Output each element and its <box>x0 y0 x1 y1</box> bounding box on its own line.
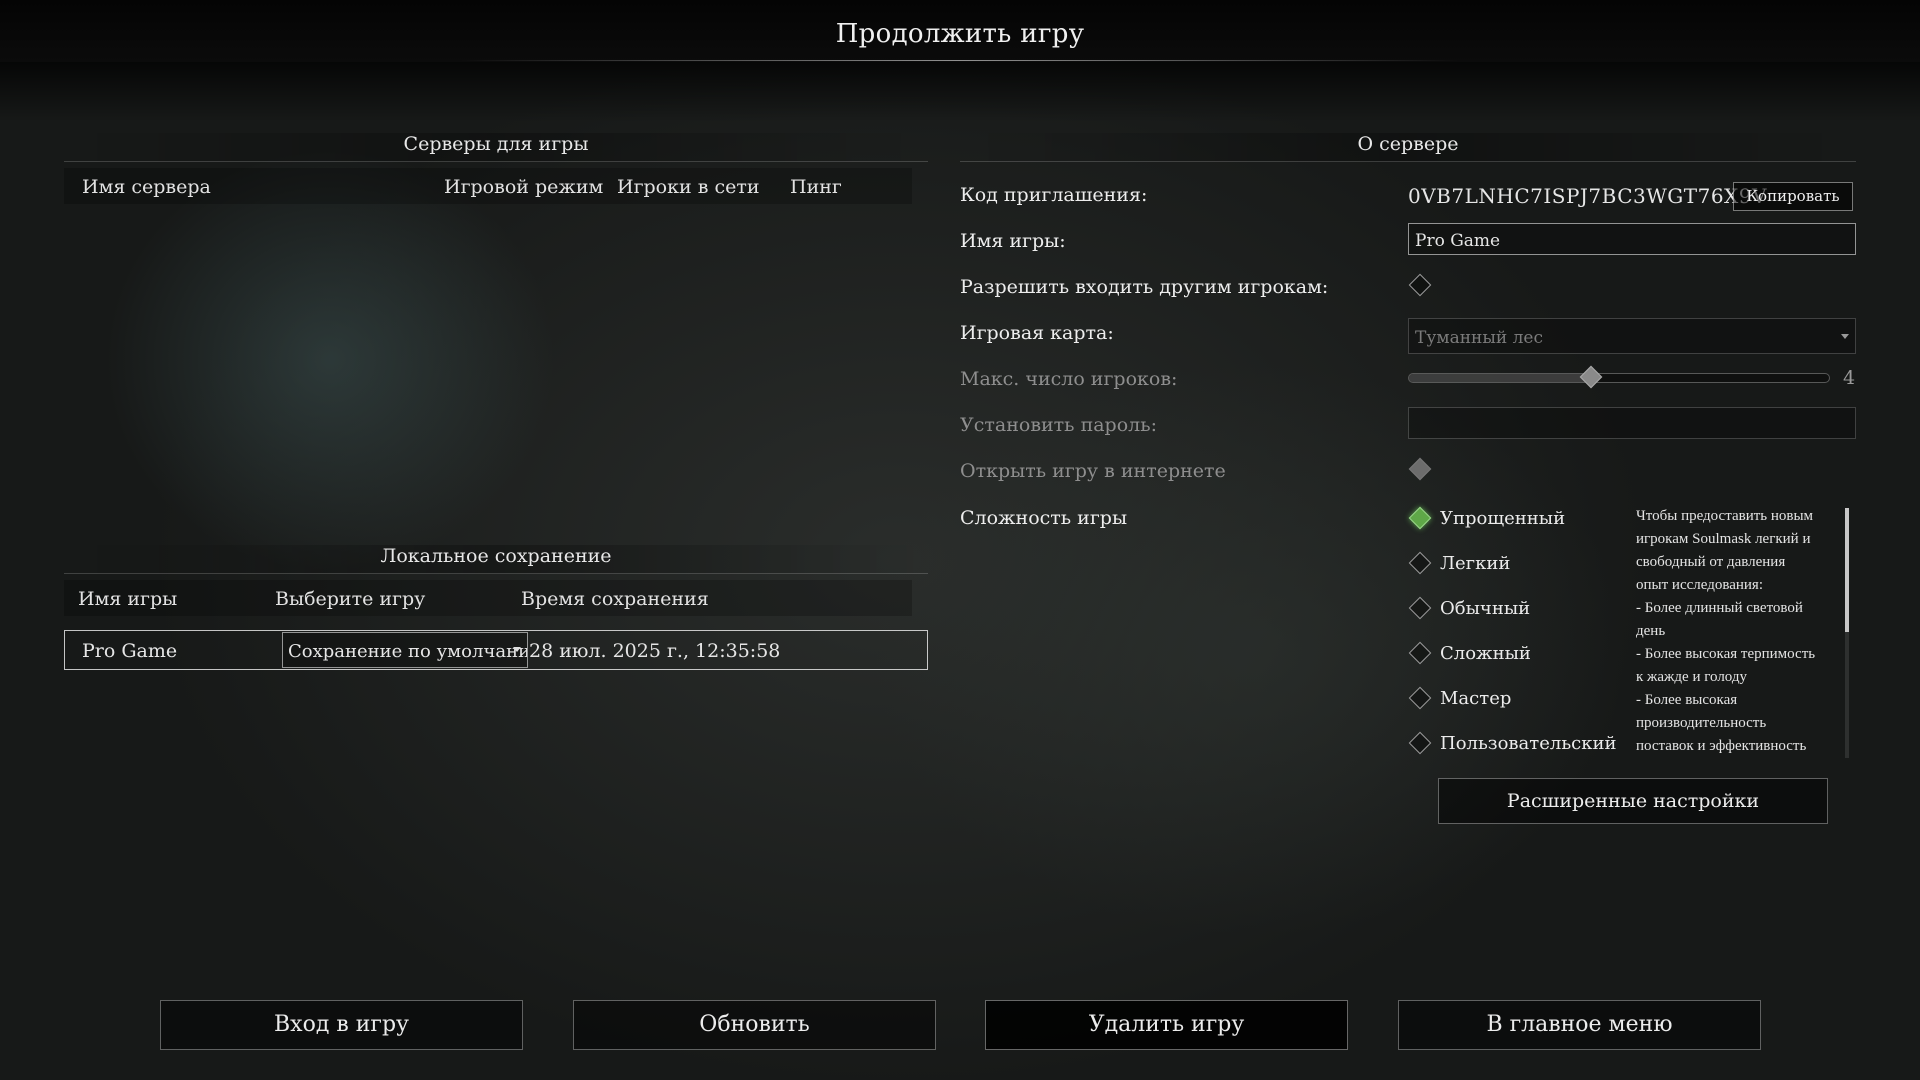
open-online-label: Открыть игру в интернете <box>960 460 1226 482</box>
refresh-button[interactable]: Обновить <box>573 1000 936 1050</box>
map-label: Игровая карта: <box>960 322 1114 344</box>
save-game-name: Pro Game <box>82 640 178 662</box>
difficulty-option-label: Обычный <box>1440 598 1531 619</box>
col-save-time[interactable]: Время сохранения <box>521 588 709 610</box>
description-scrollbar[interactable] <box>1845 508 1849 758</box>
game-name-label: Имя игры: <box>960 230 1066 252</box>
radio-diamond-icon <box>1408 506 1432 530</box>
radio-diamond-icon <box>1408 551 1432 575</box>
copy-button[interactable]: Копировать <box>1733 182 1853 211</box>
save-select-value: Сохранение по умолчанию <box>288 641 528 662</box>
max-players-label: Макс. число игроков: <box>960 368 1178 390</box>
slider-thumb[interactable] <box>1579 365 1602 389</box>
password-label: Установить пароль: <box>960 414 1157 436</box>
col-server-name[interactable]: Имя сервера <box>82 176 211 198</box>
local-save-table-header: Имя игры Выберите игру Время сохранения <box>64 580 912 616</box>
difficulty-option-label: Легкий <box>1440 553 1511 574</box>
password-field[interactable] <box>1408 407 1856 439</box>
difficulty-option-label: Мастер <box>1440 688 1512 709</box>
map-select-value: Туманный лес <box>1415 328 1544 348</box>
description-line: производительность <box>1636 715 1767 731</box>
description-line: поставок и эффективность <box>1636 738 1807 754</box>
advanced-settings-button[interactable]: Расширенные настройки <box>1438 778 1828 824</box>
difficulty-option-label: Упрощенный <box>1440 508 1566 529</box>
col-select-game[interactable]: Выберите игру <box>275 588 425 610</box>
description-line: свободный от давления <box>1636 554 1786 570</box>
save-select-dropdown[interactable]: Сохранение по умолчанию <box>282 632 528 668</box>
description-line: - Более длинный световой <box>1636 600 1803 616</box>
title-divider <box>460 60 1460 61</box>
save-row[interactable]: Pro Game Сохранение по умолчанию 28 июл.… <box>64 630 928 670</box>
radio-diamond-icon <box>1408 731 1432 755</box>
save-time: 28 июл. 2025 г., 12:35:58 <box>529 640 781 662</box>
delete-game-button[interactable]: Удалить игру <box>985 1000 1348 1050</box>
open-online-checkbox[interactable] <box>1408 457 1432 481</box>
difficulty-option-label: Сложный <box>1440 643 1531 664</box>
page-title: Продолжить игру <box>835 19 1085 49</box>
invite-code-label: Код приглашения: <box>960 184 1148 206</box>
servers-panel-title: Серверы для игры <box>64 133 928 162</box>
top-bar-shadow <box>0 62 1920 122</box>
slider-fill <box>1409 374 1590 382</box>
enter-game-button[interactable]: Вход в игру <box>160 1000 523 1050</box>
description-line: игрокам Soulmask легкий и <box>1636 531 1811 547</box>
col-ping[interactable]: Пинг <box>790 176 842 198</box>
chevron-down-icon <box>513 647 521 652</box>
description-line: день <box>1636 623 1666 639</box>
difficulty-label: Сложность игры <box>960 507 1128 529</box>
game-name-field[interactable]: Pro Game <box>1408 223 1856 255</box>
max-players-slider[interactable] <box>1408 365 1830 389</box>
main-menu-button[interactable]: В главное меню <box>1398 1000 1761 1050</box>
col-players-online[interactable]: Игроки в сети <box>617 176 760 198</box>
description-line: - Более высокая <box>1636 692 1738 708</box>
description-line: опыт исследования: <box>1636 577 1763 593</box>
description-line: - Более высокая терпимость <box>1636 646 1816 662</box>
radio-diamond-icon <box>1408 596 1432 620</box>
chevron-down-icon <box>1841 334 1849 339</box>
col-game-mode[interactable]: Игровой режим <box>444 176 603 198</box>
radio-diamond-icon <box>1408 641 1432 665</box>
max-players-value: 4 <box>1843 367 1856 389</box>
radio-diamond-icon <box>1408 686 1432 710</box>
difficulty-description: Чтобы предоставить новым игрокам Soulmas… <box>1636 505 1842 757</box>
local-save-panel-title: Локальное сохранение <box>64 545 928 574</box>
allow-join-label: Разрешить входить другим игрокам: <box>960 276 1329 298</box>
allow-join-checkbox[interactable] <box>1408 273 1432 297</box>
scrollbar-thumb[interactable] <box>1845 508 1849 632</box>
description-line: Чтобы предоставить новым <box>1636 508 1814 524</box>
invite-code: 0VB7LNHC7ISPJ7BC3WGT76X9V <box>1408 184 1767 208</box>
map-select[interactable]: Туманный лес <box>1408 318 1856 354</box>
col-game-name[interactable]: Имя игры <box>78 588 177 610</box>
servers-table-header: Имя сервера Игровой режим Игроки в сети … <box>64 168 912 204</box>
server-info-panel-title: О сервере <box>960 133 1856 162</box>
difficulty-option-label: Пользовательский <box>1440 733 1617 754</box>
game-name-value: Pro Game <box>1415 231 1501 251</box>
description-line: к жажде и голоду <box>1636 669 1748 685</box>
